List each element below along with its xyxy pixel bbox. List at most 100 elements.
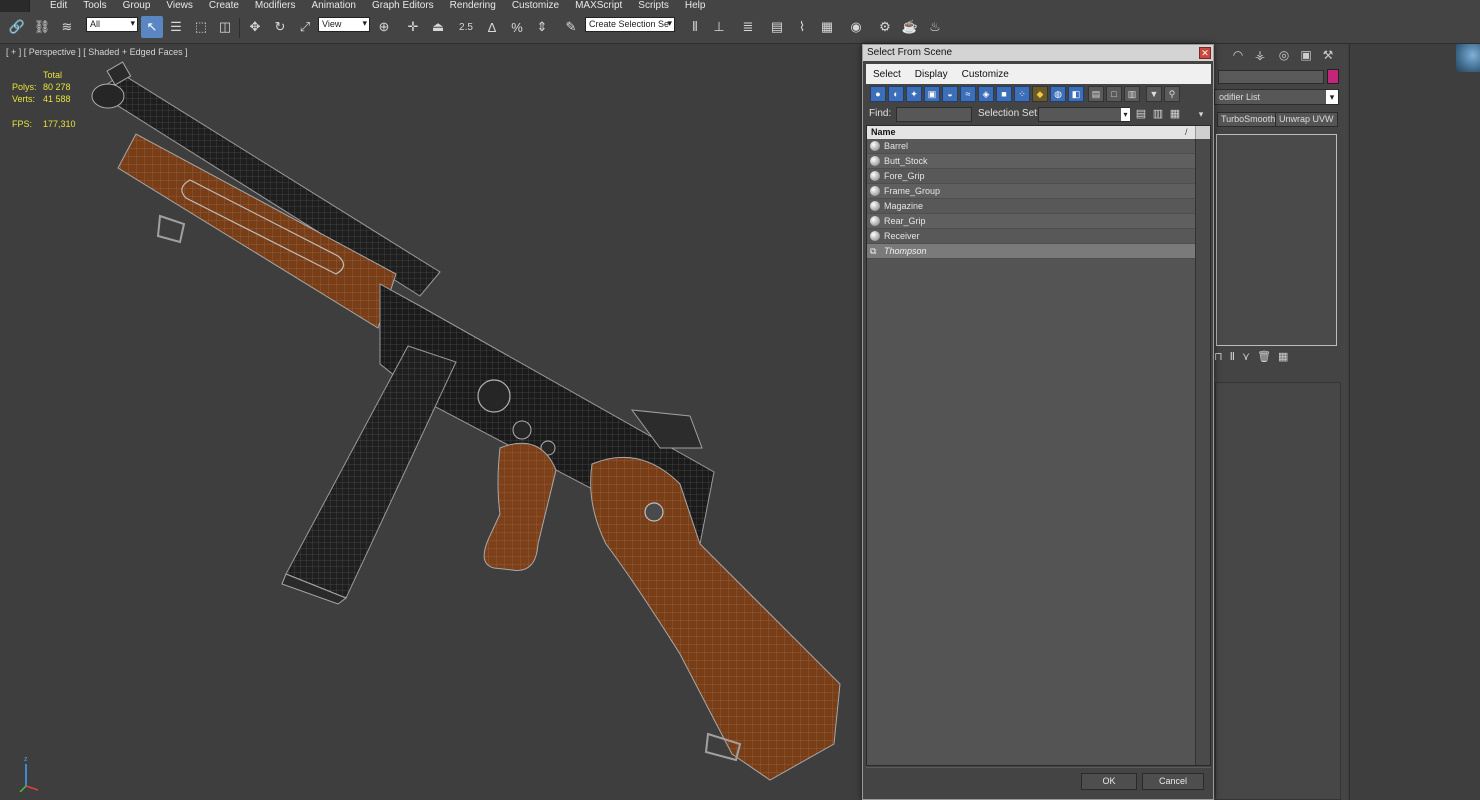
select-scale-icon[interactable]: ⤢ <box>294 16 316 38</box>
menu-graph-editors[interactable]: Graph Editors <box>364 0 442 12</box>
edit-named-selection-icon[interactable]: ✎ <box>560 16 582 38</box>
list-item-frame-group[interactable]: Frame_Group <box>867 184 1195 199</box>
menu-help[interactable]: Help <box>677 0 714 12</box>
display-tab-icon[interactable]: ▣ <box>1296 46 1316 64</box>
display-frozen-icon[interactable]: ◍ <box>1050 86 1066 102</box>
select-all-icon[interactable]: ▤ <box>1088 86 1104 102</box>
remove-from-selection-set-icon[interactable]: ▦ <box>1168 107 1182 122</box>
selection-filter-dropdown[interactable]: All <box>86 17 138 32</box>
select-none-icon[interactable]: □ <box>1106 86 1122 102</box>
close-icon[interactable]: ✕ <box>1199 47 1211 59</box>
chevron-down-icon[interactable]: ▾ <box>1121 108 1130 121</box>
list-item-thompson[interactable]: ⧉ Thompson <box>867 244 1195 259</box>
menu-tools[interactable]: Tools <box>75 0 114 12</box>
remove-modifier-icon[interactable]: 🗑 <box>1257 350 1271 366</box>
create-selection-set-icon[interactable]: ▤ <box>1134 107 1148 122</box>
display-groups-icon[interactable]: ◈ <box>978 86 994 102</box>
layer-manager-icon[interactable]: ≣ <box>737 16 759 38</box>
expand-options-icon[interactable]: ▾ <box>1194 107 1208 122</box>
display-geometry-icon[interactable]: ● <box>870 86 886 102</box>
object-name-field[interactable] <box>1218 70 1324 84</box>
motion-tab-icon[interactable]: ◎ <box>1274 46 1294 64</box>
keyboard-shortcut-override-icon[interactable]: ⏏ <box>427 16 449 38</box>
find-input[interactable] <box>896 107 972 122</box>
show-end-result-icon[interactable]: Ⅱ <box>1230 350 1235 366</box>
select-by-name-icon[interactable]: ☰ <box>165 16 187 38</box>
modify-tab-icon[interactable]: ◠ <box>1228 46 1248 64</box>
dialog-menu-customize[interactable]: Customize <box>955 69 1016 80</box>
menu-scripts[interactable]: Scripts <box>630 0 677 12</box>
schematic-view-icon[interactable]: ▦ <box>816 16 838 38</box>
list-item-fore-grip[interactable]: Fore_Grip <box>867 169 1195 184</box>
configure-modifier-sets-icon[interactable]: ▦ <box>1278 350 1288 366</box>
display-hidden-icon[interactable]: ◧ <box>1068 86 1084 102</box>
select-invert-icon[interactable]: ▥ <box>1124 86 1140 102</box>
render-production-icon[interactable]: ♨ <box>924 16 946 38</box>
menu-create[interactable]: Create <box>201 0 247 12</box>
material-editor-icon[interactable]: ◉ <box>845 16 867 38</box>
hierarchy-tab-icon[interactable]: ⚶ <box>1250 46 1270 64</box>
selection-set-dropdown[interactable] <box>1038 107 1130 122</box>
mirror-icon[interactable]: ⫴ <box>684 16 706 38</box>
display-cameras-icon[interactable]: ▣ <box>924 86 940 102</box>
rendered-frame-window-icon[interactable]: ☕ <box>899 16 921 38</box>
dialog-title[interactable]: Select From Scene <box>863 45 1213 61</box>
display-xrefs-icon[interactable]: ■ <box>996 86 1012 102</box>
link-icon[interactable]: 🔗 <box>6 16 28 38</box>
object-color-swatch[interactable] <box>1327 69 1339 84</box>
pin-stack-icon[interactable]: ⊓ <box>1214 350 1223 366</box>
curve-editor-icon[interactable]: ⌇ <box>791 16 813 38</box>
list-item-magazine[interactable]: Magazine <box>867 199 1195 214</box>
align-icon[interactable]: ⊥ <box>708 16 730 38</box>
select-manipulate-icon[interactable]: ✛ <box>402 16 424 38</box>
display-bones-icon[interactable]: ⁘ <box>1014 86 1030 102</box>
add-to-selection-set-icon[interactable]: ▥ <box>1151 107 1165 122</box>
butt-stock-mesh[interactable] <box>590 456 841 781</box>
unwrap-uvw-button[interactable]: Unwrap UVW <box>1275 112 1338 127</box>
display-space-warps-icon[interactable]: ≈ <box>960 86 976 102</box>
rectangular-selection-icon[interactable]: ⬚ <box>190 16 212 38</box>
column-header-name[interactable]: Name / <box>867 126 1210 139</box>
select-rotate-icon[interactable]: ↻ <box>269 16 291 38</box>
select-object-icon[interactable]: ↖ <box>141 16 163 38</box>
list-item-receiver[interactable]: Receiver <box>867 229 1195 244</box>
dialog-menu-display[interactable]: Display <box>908 69 955 80</box>
modifier-list-dropdown[interactable]: odifier List ▾ <box>1214 89 1339 105</box>
spinner-snap-icon[interactable]: ⇕ <box>531 16 553 38</box>
menu-views[interactable]: Views <box>158 0 201 12</box>
dialog-menu-select[interactable]: Select <box>866 69 908 80</box>
menu-group[interactable]: Group <box>115 0 159 12</box>
window-crossing-icon[interactable]: ◫ <box>214 16 236 38</box>
perspective-viewport[interactable]: [ + ] [ Perspective ] [ Shaded + Edged F… <box>0 44 865 800</box>
list-item-rear-grip[interactable]: Rear_Grip <box>867 214 1195 229</box>
turbosmooth-button[interactable]: TurboSmooth <box>1217 112 1280 127</box>
list-item-butt-stock[interactable]: Butt_Stock <box>867 154 1195 169</box>
reference-coordinate-dropdown[interactable]: View <box>318 17 370 32</box>
display-containers-icon[interactable]: ◆ <box>1032 86 1048 102</box>
render-setup-icon[interactable]: ⚙ <box>874 16 896 38</box>
unlink-icon[interactable]: ⛓ <box>31 16 53 38</box>
display-shapes-icon[interactable]: ◐ <box>888 86 904 102</box>
utilities-tab-icon[interactable]: ⚒ <box>1318 46 1338 64</box>
pivot-center-icon[interactable]: ⊕ <box>373 16 395 38</box>
bind-space-warp-icon[interactable]: ≋ <box>56 16 78 38</box>
filter-icon[interactable]: ▼ <box>1146 86 1162 102</box>
cancel-button[interactable]: Cancel <box>1142 773 1204 790</box>
menu-customize[interactable]: Customize <box>504 0 567 12</box>
ok-button[interactable]: OK <box>1081 773 1137 790</box>
display-helpers-icon[interactable]: ◒ <box>942 86 958 102</box>
list-scrollbar[interactable] <box>1195 139 1210 765</box>
thompson-model-render[interactable] <box>0 44 865 800</box>
scene-object-list[interactable]: Name / Barrel Butt_Stock Fore_Grip Frame… <box>866 125 1211 766</box>
viewcube-thumbnail[interactable] <box>1456 44 1480 72</box>
angle-snap-icon[interactable]: ∆ <box>481 16 503 38</box>
menu-maxscript[interactable]: MAXScript <box>567 0 630 12</box>
app-logo-button[interactable] <box>0 0 30 12</box>
list-item-barrel[interactable]: Barrel <box>867 139 1195 154</box>
select-move-icon[interactable]: ✥ <box>244 16 266 38</box>
display-lights-icon[interactable]: ✦ <box>906 86 922 102</box>
menu-rendering[interactable]: Rendering <box>442 0 504 12</box>
filter-options-icon[interactable]: ⚲ <box>1164 86 1180 102</box>
snaps-toggle-icon[interactable]: 2.5 <box>455 16 477 38</box>
named-selection-dropdown[interactable]: Create Selection Se <box>585 17 675 32</box>
